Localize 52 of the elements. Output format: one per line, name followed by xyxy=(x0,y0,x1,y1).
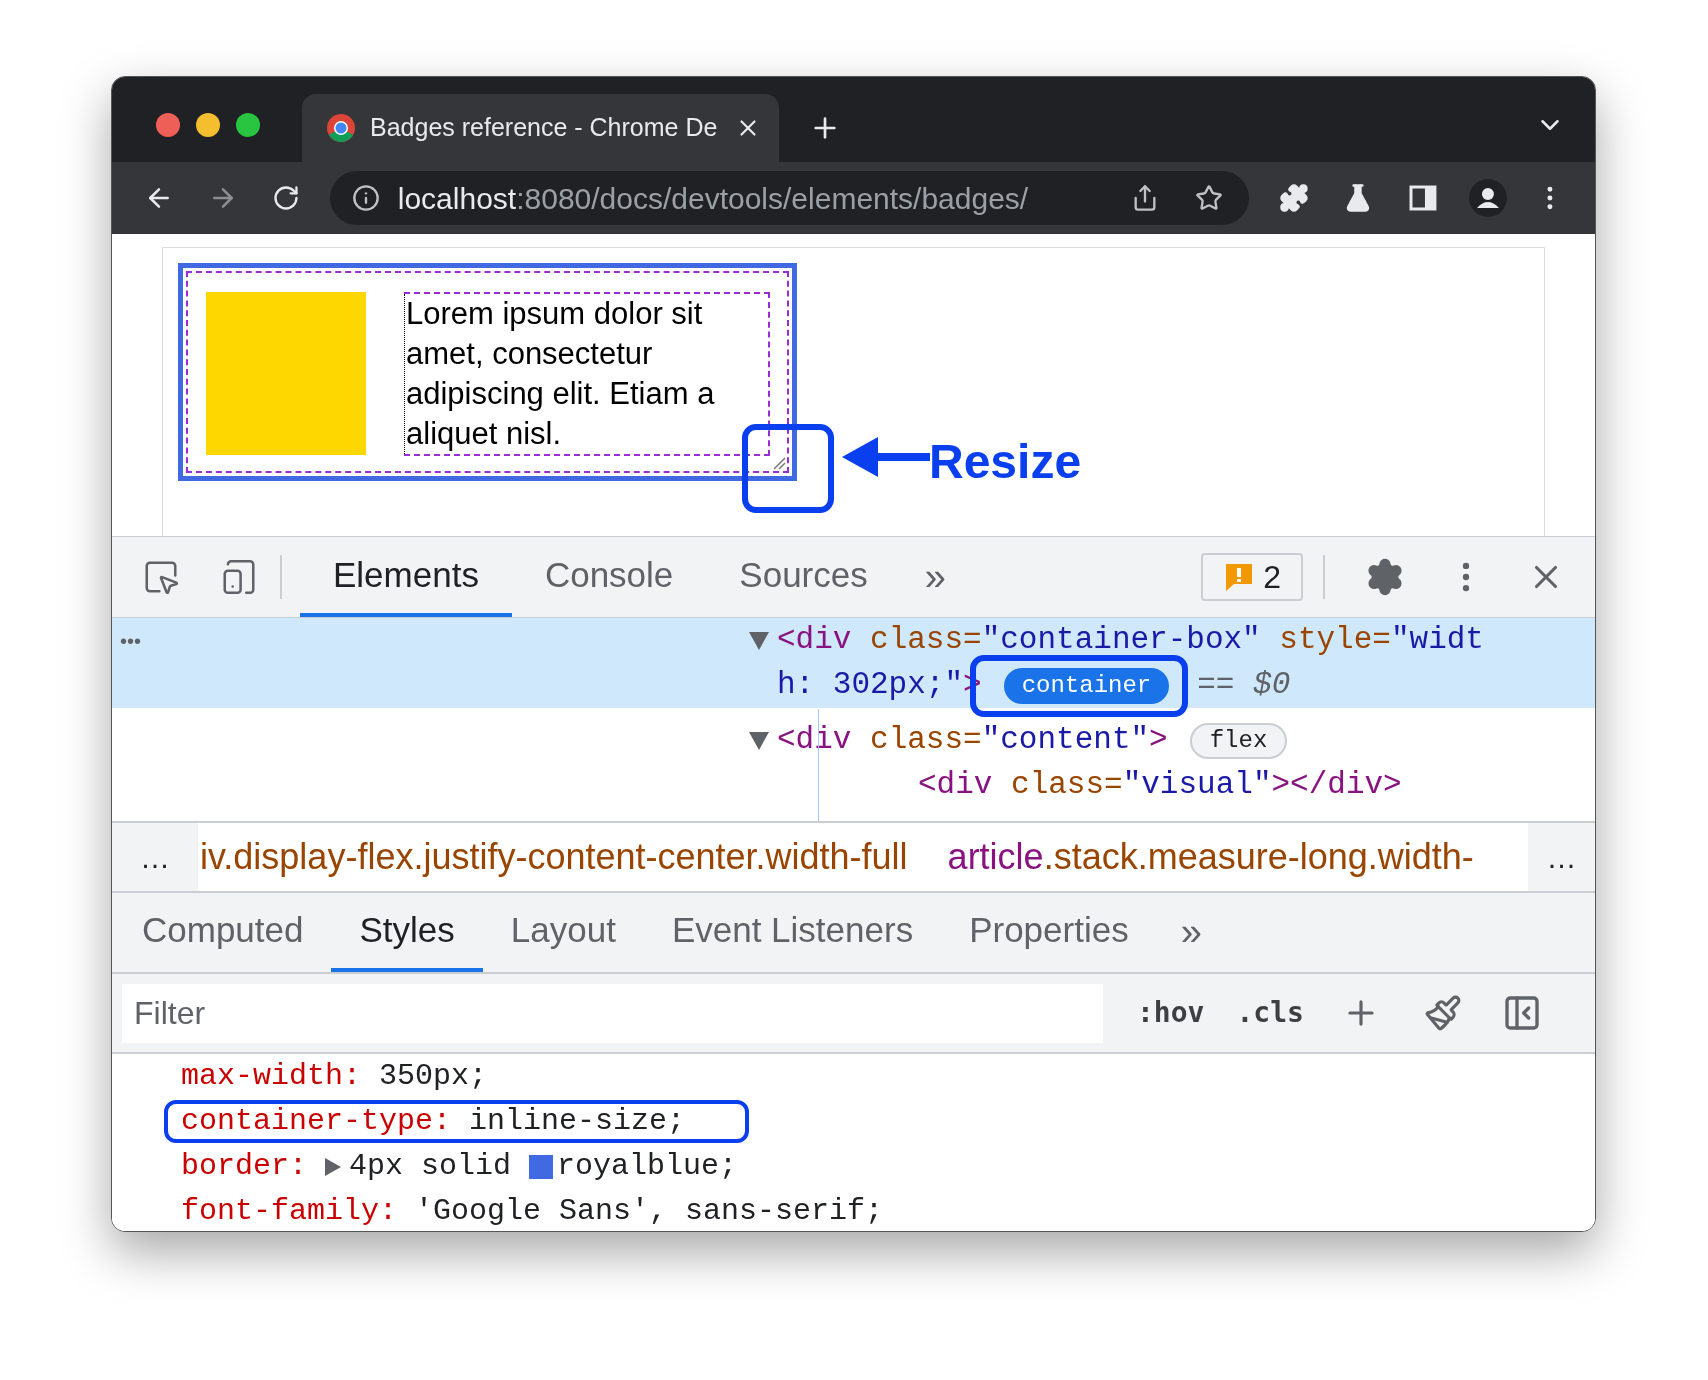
inspect-element-icon[interactable] xyxy=(142,558,180,596)
css-declaration[interactable]: border: 4px solid royalblue; xyxy=(181,1144,738,1189)
profile-avatar-icon[interactable] xyxy=(1469,179,1508,217)
breadcrumb-item[interactable]: iv.display-flex.justify-content-center.width-full xyxy=(200,830,908,884)
bookmark-star-icon[interactable] xyxy=(1195,184,1224,212)
devtools-tab[interactable]: Sources xyxy=(706,537,901,617)
sidebar-tab[interactable]: Event Listeners xyxy=(643,893,942,972)
resize-handle-icon[interactable] xyxy=(772,456,786,470)
dom-node-code: <div class="container-box" style="widt xyxy=(777,621,1484,660)
color-swatch[interactable] xyxy=(529,1154,554,1179)
more-tabs-button[interactable]: » xyxy=(1156,893,1226,972)
scroll-right-ellipsis[interactable]: … xyxy=(1528,834,1595,880)
css-declaration[interactable]: font-family: 'Google Sans', sans-serif; xyxy=(181,1189,884,1231)
expanded-triangle-icon[interactable] xyxy=(749,631,769,650)
tab-title: Badges reference - Chrome De xyxy=(370,112,719,144)
filter-field[interactable]: Filter xyxy=(122,983,1103,1043)
active-container-badge[interactable]: container xyxy=(1003,667,1170,704)
expand-triangle-icon[interactable] xyxy=(325,1157,342,1176)
settings-icon[interactable] xyxy=(1365,557,1405,597)
info-icon[interactable] xyxy=(351,184,380,212)
sidebar-tab[interactable]: Layout xyxy=(482,893,644,972)
browser-logo-icon xyxy=(326,113,356,143)
sidebar-tab[interactable]: Properties xyxy=(941,893,1157,972)
css-declaration[interactable]: max-width: 350px; xyxy=(181,1054,488,1099)
lorem-paragraph: Lorem ipsum dolor sit amet, consectetur adipiscing elit. Etiam a aliquet nisl. xyxy=(404,294,768,454)
reload-icon[interactable] xyxy=(271,184,300,212)
side-panel-icon[interactable] xyxy=(1409,184,1438,212)
device-toolbar-icon[interactable] xyxy=(220,558,258,596)
dom-node-code: <div class="visual"></div> xyxy=(918,766,1402,805)
more-tabs-button[interactable]: » xyxy=(900,537,970,617)
selected-node-marker: == $0 xyxy=(1197,666,1291,705)
scroll-left-ellipsis[interactable]: … xyxy=(112,834,198,880)
css-declaration[interactable]: container-type: inline-size; xyxy=(181,1099,686,1144)
minimize-window-button[interactable] xyxy=(196,112,220,137)
dom-node-code: <div class="content"> xyxy=(777,721,1168,760)
layout-badge[interactable]: flex xyxy=(1189,722,1288,759)
url-text: localhost:8080/docs/devtools/elements/badges/ xyxy=(397,180,1030,217)
resize-annotation-label: Resize xyxy=(929,434,1082,490)
hover-state-toggle[interactable]: :hov xyxy=(1137,992,1205,1034)
extensions-icon[interactable] xyxy=(1279,183,1310,213)
breadcrumb-item[interactable]: article.stack.measure-long.width- xyxy=(947,830,1474,884)
class-toggle[interactable]: .cls xyxy=(1236,992,1304,1034)
paintbrush-icon[interactable] xyxy=(1423,994,1462,1032)
close-window-button[interactable] xyxy=(156,112,180,137)
browser-tab[interactable]: Badges reference - Chrome De xyxy=(302,94,779,162)
devtools-tab[interactable]: Console xyxy=(511,537,707,617)
maximize-window-button[interactable] xyxy=(236,112,260,137)
sidebar-tab[interactable]: Computed xyxy=(114,893,332,972)
issues-counter-button[interactable]: 2 xyxy=(1201,553,1303,601)
expanded-triangle-icon[interactable] xyxy=(749,731,769,750)
address-bar[interactable]: localhost:8080/docs/devtools/elements/badges/ xyxy=(329,171,1250,225)
ellipsis-text[interactable]: ••• xyxy=(120,626,141,656)
